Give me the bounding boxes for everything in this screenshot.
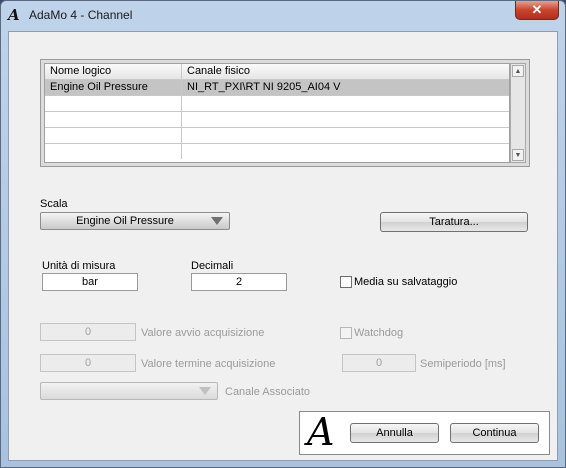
table-cell-nome-logico[interactable] xyxy=(45,112,182,127)
close-button[interactable]: ✕ xyxy=(515,1,559,20)
canale-associato-dropdown[interactable] xyxy=(40,382,218,400)
scala-dropdown-value: Engine Oil Pressure xyxy=(76,215,174,227)
watchdog-checkbox[interactable] xyxy=(340,327,352,339)
semiperiodo-label: Semiperiodo [ms] xyxy=(420,358,506,370)
scroll-up-arrow-icon[interactable]: ▲ xyxy=(512,65,524,77)
adamo-app-icon: A xyxy=(8,6,20,24)
media-su-salvataggio-checkbox[interactable] xyxy=(340,276,352,288)
scroll-down-arrow-icon[interactable]: ▼ xyxy=(512,149,524,161)
table-cell-canale-fisico[interactable] xyxy=(182,144,509,159)
valore-termine-label: Valore termine acquisizione xyxy=(141,358,276,370)
chevron-down-icon xyxy=(199,387,211,395)
table-cell-nome-logico[interactable] xyxy=(45,144,182,159)
table-cell-nome-logico[interactable]: Engine Oil Pressure xyxy=(45,80,182,95)
valore-avvio-label: Valore avvio acquisizione xyxy=(141,327,265,339)
chevron-down-icon xyxy=(211,217,223,225)
table-cell-canale-fisico[interactable] xyxy=(182,96,509,111)
scala-dropdown[interactable]: Engine Oil Pressure xyxy=(40,212,230,230)
scala-label: Scala xyxy=(40,198,68,210)
channel-table-frame: Nome logico Canale fisico Engine Oil Pre… xyxy=(40,59,530,167)
window-title: AdaMo 4 - Channel xyxy=(29,8,133,22)
table-row[interactable] xyxy=(45,96,509,112)
table-vertical-scrollbar[interactable]: ▲ ▼ xyxy=(510,63,526,163)
watchdog-label: Watchdog xyxy=(354,327,404,339)
decimali-field[interactable]: 2 xyxy=(191,273,287,291)
dialog-client-area: Nome logico Canale fisico Engine Oil Pre… xyxy=(8,31,558,461)
column-header-canale-fisico[interactable]: Canale fisico xyxy=(182,64,509,79)
column-header-nome-logico[interactable]: Nome logico xyxy=(45,64,182,79)
adamo-logo: A xyxy=(307,410,335,454)
table-cell-canale-fisico[interactable]: NI_RT_PXI\RT NI 9205_AI04 V xyxy=(182,80,509,95)
taratura-button[interactable]: Taratura... xyxy=(380,212,528,232)
table-row[interactable] xyxy=(45,112,509,128)
continua-button[interactable]: Continua xyxy=(450,423,539,443)
table-header-row: Nome logico Canale fisico xyxy=(45,64,509,80)
table-row[interactable] xyxy=(45,128,509,144)
close-icon: ✕ xyxy=(531,2,543,17)
media-su-salvataggio-label: Media su salvataggio xyxy=(354,276,458,288)
unita-di-misura-label: Unità di misura xyxy=(42,260,116,272)
valore-avvio-field[interactable]: 0 xyxy=(40,323,136,341)
canale-associato-label: Canale Associato xyxy=(225,386,310,398)
table-cell-canale-fisico[interactable] xyxy=(182,128,509,143)
channel-dialog-window: A AdaMo 4 - Channel ✕ Nome logico Canale… xyxy=(0,0,566,468)
title-bar[interactable]: A AdaMo 4 - Channel ✕ xyxy=(1,1,565,29)
decimali-label: Decimali xyxy=(191,260,234,272)
table-row[interactable] xyxy=(45,144,509,160)
annulla-button[interactable]: Annulla xyxy=(350,423,439,443)
footer-logo-panel: A Annulla Continua xyxy=(299,410,550,455)
valore-termine-field[interactable]: 0 xyxy=(40,354,136,372)
table-cell-canale-fisico[interactable] xyxy=(182,112,509,127)
table-cell-nome-logico[interactable] xyxy=(45,128,182,143)
unita-di-misura-field[interactable]: bar xyxy=(42,273,138,291)
table-cell-nome-logico[interactable] xyxy=(45,96,182,111)
channel-table[interactable]: Nome logico Canale fisico Engine Oil Pre… xyxy=(44,63,510,163)
semiperiodo-field[interactable]: 0 xyxy=(342,354,416,372)
table-row[interactable]: Engine Oil Pressure NI_RT_PXI\RT NI 9205… xyxy=(45,80,509,96)
